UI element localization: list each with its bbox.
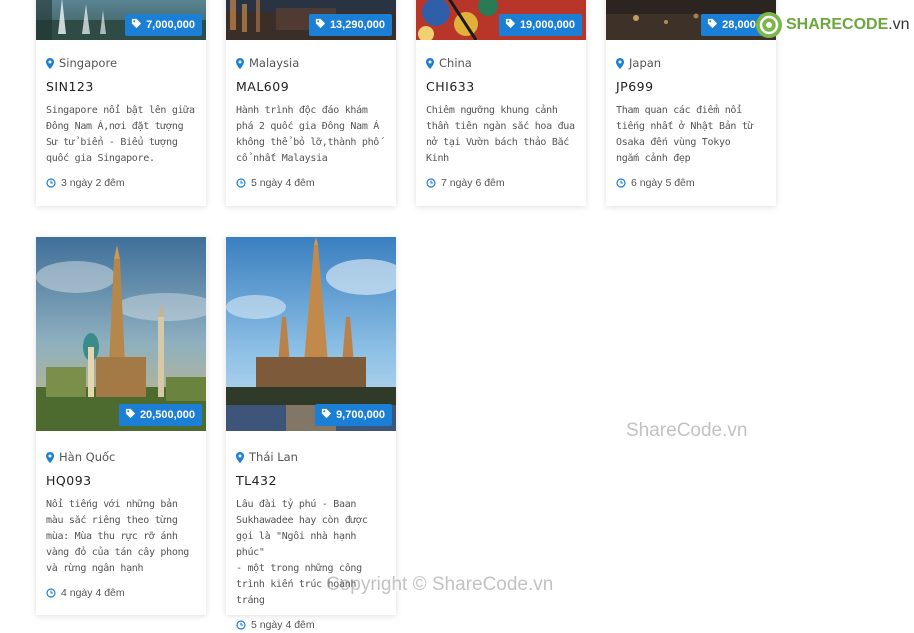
watermark-center: ShareCode.vn <box>626 420 748 441</box>
map-marker-icon <box>236 58 244 72</box>
tour-code[interactable]: JP699 <box>616 79 766 94</box>
tour-image[interactable]: 13,290,000 <box>226 0 396 40</box>
tour-country: Hàn Quốc <box>46 450 196 466</box>
tour-image[interactable]: 20,500,000 <box>36 237 206 431</box>
tour-card-malaysia[interactable]: 13,290,000 Malaysia MAL609 Hành trình độ… <box>226 0 396 206</box>
map-marker-icon <box>46 58 54 72</box>
clock-icon <box>46 588 56 601</box>
tour-code[interactable]: HQ093 <box>46 473 196 488</box>
clock-icon <box>426 178 436 191</box>
tour-photo <box>36 237 206 431</box>
tour-card-china[interactable]: 19,000,000 China CHI633 Chiêm ngưỡng khu… <box>416 0 586 206</box>
tour-description: Nổi tiếng với những bản màu sắc riêng the… <box>46 499 190 574</box>
tour-duration: 4 ngày 4 đêm <box>46 587 196 601</box>
watermark-copyright: Copyright © ShareCode.vn <box>326 574 554 595</box>
tour-duration: 7 ngày 6 đêm <box>426 177 576 191</box>
tag-icon <box>321 405 332 427</box>
tour-card-thailand[interactable]: 9,700,000 Thái Lan TL432 Lâu đài tỷ phú … <box>226 237 396 631</box>
map-marker-icon <box>616 58 624 72</box>
price-badge: 13,290,000 <box>308 14 392 37</box>
tour-country: China <box>426 56 576 72</box>
map-marker-icon <box>426 58 434 72</box>
tour-country: Japan <box>616 56 766 72</box>
price-badge: 9,700,000 <box>315 404 392 426</box>
logo-text: SHARECODE.vn <box>786 16 910 33</box>
clock-icon <box>616 178 626 191</box>
tour-duration: 3 ngày 2 đêm <box>46 177 196 191</box>
sharecode-logo: SHARECODE.vn <box>755 10 910 40</box>
price-badge: 7,000,000 <box>125 14 202 36</box>
sharecode-logo-icon <box>756 12 782 38</box>
clock-icon <box>236 178 246 191</box>
tour-description: Tham quan các điểm nổi tiếng nhất ở Nhật … <box>616 105 754 164</box>
tour-card-korea[interactable]: 20,500,000 Hàn Quốc HQ093 Nổi tiếng với … <box>36 237 206 615</box>
tour-image[interactable]: 9,700,000 <box>226 237 396 431</box>
tour-duration: 6 ngày 5 đêm <box>616 177 766 191</box>
tour-photo <box>226 237 396 431</box>
tour-description: Singapore nổi bật lên giữa Đông Nam Á,nơi… <box>46 105 195 164</box>
tour-code[interactable]: CHI633 <box>426 79 576 94</box>
price-badge: 19,000,000 <box>498 14 582 37</box>
tour-country: Thái Lan <box>236 450 386 466</box>
tag-icon <box>131 15 142 37</box>
tour-image[interactable]: 28,000,0 <box>606 0 776 40</box>
map-marker-icon <box>236 452 244 466</box>
price-badge: 20,500,000 <box>118 404 202 427</box>
tour-duration: 5 ngày 4 đêm <box>236 619 386 633</box>
clock-icon <box>236 620 246 633</box>
tour-image[interactable]: 19,000,000 <box>416 0 586 40</box>
tour-code[interactable]: MAL609 <box>236 79 386 94</box>
tour-image[interactable]: 7,000,000 <box>36 0 206 40</box>
tour-card-singapore[interactable]: 7,000,000 Singapore SIN123 Singapore nổi… <box>36 0 206 206</box>
tag-icon <box>315 15 326 37</box>
tour-code[interactable]: TL432 <box>236 473 386 488</box>
map-marker-icon <box>46 452 54 466</box>
tag-icon <box>505 15 516 37</box>
tour-country: Malaysia <box>236 56 386 72</box>
tour-description: Hành trình độc đáo khám phá 2 quốc gia Đô… <box>236 105 380 164</box>
tour-duration: 5 ngày 4 đêm <box>236 177 386 191</box>
tour-description: Chiêm ngưỡng khung cảnh thần tiên ngàn sắ… <box>426 105 575 164</box>
tag-icon <box>707 15 718 37</box>
tag-icon <box>125 405 136 427</box>
tour-country: Singapore <box>46 56 196 72</box>
clock-icon <box>46 178 56 191</box>
tour-card-japan[interactable]: 28,000,0 Japan JP699 Tham quan các điểm … <box>606 0 776 206</box>
tour-code[interactable]: SIN123 <box>46 79 196 94</box>
